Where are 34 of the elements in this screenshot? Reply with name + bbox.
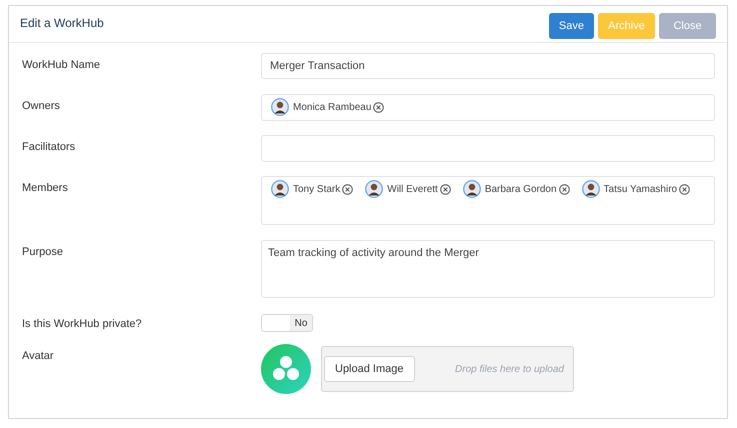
drop-zone[interactable]: Upload Image Drop files here to upload: [321, 346, 574, 392]
person-name: Tony Stark: [293, 182, 340, 196]
field-label: Facilitators: [22, 140, 76, 155]
person-name: Barbara Gordon: [484, 182, 557, 196]
people-field[interactable]: [261, 135, 715, 162]
avatar-icon: [462, 180, 481, 198]
avatar-icon: [271, 180, 289, 198]
field-label: Owners: [22, 99, 61, 114]
field-label: Is this WorkHub private?: [22, 317, 143, 332]
avatar-icon: [271, 98, 289, 116]
people-field[interactable]: Tony Stark Will Everett Barbara Gordon Tatsu Yamashiro: [261, 176, 715, 225]
field-label: WorkHub Name: [22, 58, 102, 73]
field-label: Avatar: [22, 349, 55, 364]
people-field[interactable]: Monica Rambeau: [261, 94, 715, 121]
remove-icon[interactable]: [373, 102, 384, 112]
purpose-field[interactable]: Team tracking of activity around the Merger: [261, 240, 715, 298]
remove-icon[interactable]: [679, 184, 690, 194]
person-name: Will Everett: [387, 182, 438, 196]
avatar-icon: [582, 180, 600, 198]
private-toggle[interactable]: No: [261, 314, 313, 332]
workhub-avatar-icon: [261, 344, 311, 394]
drop-hint: Drop files here to upload: [455, 362, 564, 376]
person-name: Tatsu Yamashiro: [604, 182, 678, 196]
remove-icon[interactable]: [342, 184, 354, 194]
person-name: Monica Rambeau: [293, 100, 372, 114]
remove-icon[interactable]: [558, 184, 570, 194]
avatar-icon: [365, 180, 384, 198]
remove-icon[interactable]: [440, 184, 451, 194]
action-button[interactable]: Save: [548, 13, 594, 39]
window-title: Edit a WorkHub: [20, 15, 104, 32]
field-label: Members: [22, 181, 69, 196]
field-label: Purpose: [22, 245, 64, 260]
upload-button[interactable]: Upload Image: [324, 356, 414, 382]
name-field[interactable]: Merger Transaction: [261, 53, 715, 79]
